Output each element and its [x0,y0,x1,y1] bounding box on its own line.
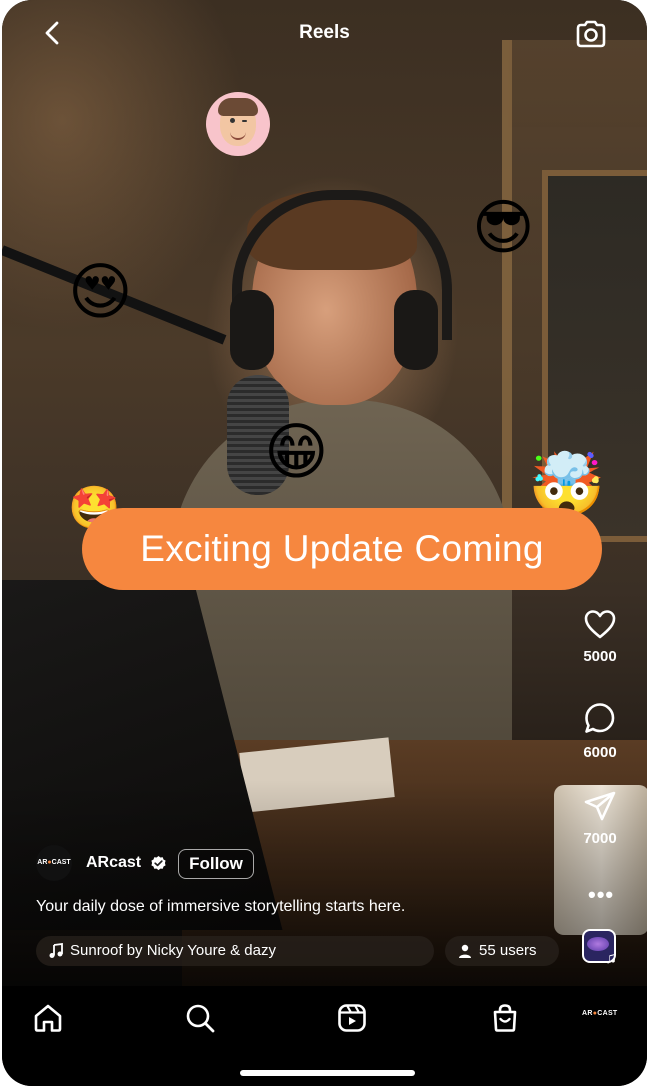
account-avatar[interactable]: AR●CAST [36,845,72,881]
camera-button[interactable] [573,16,609,52]
heart-eyes-emoji-icon: 😍 [68,258,133,327]
shop-icon[interactable] [489,1002,521,1034]
memoji-avatar-reaction [206,92,270,156]
avatar-eye-left [230,118,235,123]
comment-icon [585,703,615,733]
send-icon [584,791,616,821]
sunglasses-emoji-icon: 😎 [472,194,535,261]
home-indicator[interactable] [240,1070,415,1076]
page-title: Reels [299,22,350,43]
headphone-cup-left [230,290,274,370]
heart-icon [584,610,616,639]
music-note-icon [49,943,63,958]
audio-title: Sunroof by Nicky Youre & dazy [70,942,276,959]
follow-button[interactable]: Follow [178,849,254,879]
avatar-hair [218,98,258,116]
account-logo-suffix: CAST [51,859,71,866]
music-note-icon: ♫ [605,950,617,967]
share-count: 7000 [583,830,617,847]
headphone-cup-right [394,290,438,370]
comment-count: 6000 [583,744,617,761]
grin-emoji-icon: 😁 [264,418,329,487]
verified-badge-icon [151,855,166,871]
camera-icon [576,20,606,48]
account-logo-text: AR [37,859,48,866]
search-icon[interactable] [184,1002,216,1034]
audio-chip[interactable]: Sunroof by Nicky Youre & dazy [36,936,434,966]
home-icon[interactable] [32,1002,64,1034]
audio-thumbnail-art [587,937,609,951]
share-button[interactable]: 7000 [574,790,626,847]
profile-logo-suffix: CAST [597,1010,618,1017]
account-name[interactable]: ARcast [86,854,141,872]
like-count: 5000 [583,648,617,665]
users-count: 55 users [479,942,537,959]
post-caption[interactable]: Your daily dose of immersive storytellin… [36,898,405,916]
user-icon [459,944,471,958]
more-options-icon[interactable]: ••• [588,882,614,908]
avatar-eye-right [242,120,247,122]
profile-logo[interactable]: AR●CAST [582,1010,618,1017]
phone-screen: Reels 😎 😍 😁 🤩 🤯 Exciting Update Coming 5… [2,0,647,1086]
like-button[interactable]: 5000 [574,608,626,665]
caption-banner: Exciting Update Coming [82,508,602,590]
reels-icon[interactable] [336,1002,368,1034]
comment-button[interactable]: 6000 [574,700,626,761]
users-chip[interactable]: 55 users [445,936,559,966]
profile-logo-text: AR [582,1010,593,1017]
